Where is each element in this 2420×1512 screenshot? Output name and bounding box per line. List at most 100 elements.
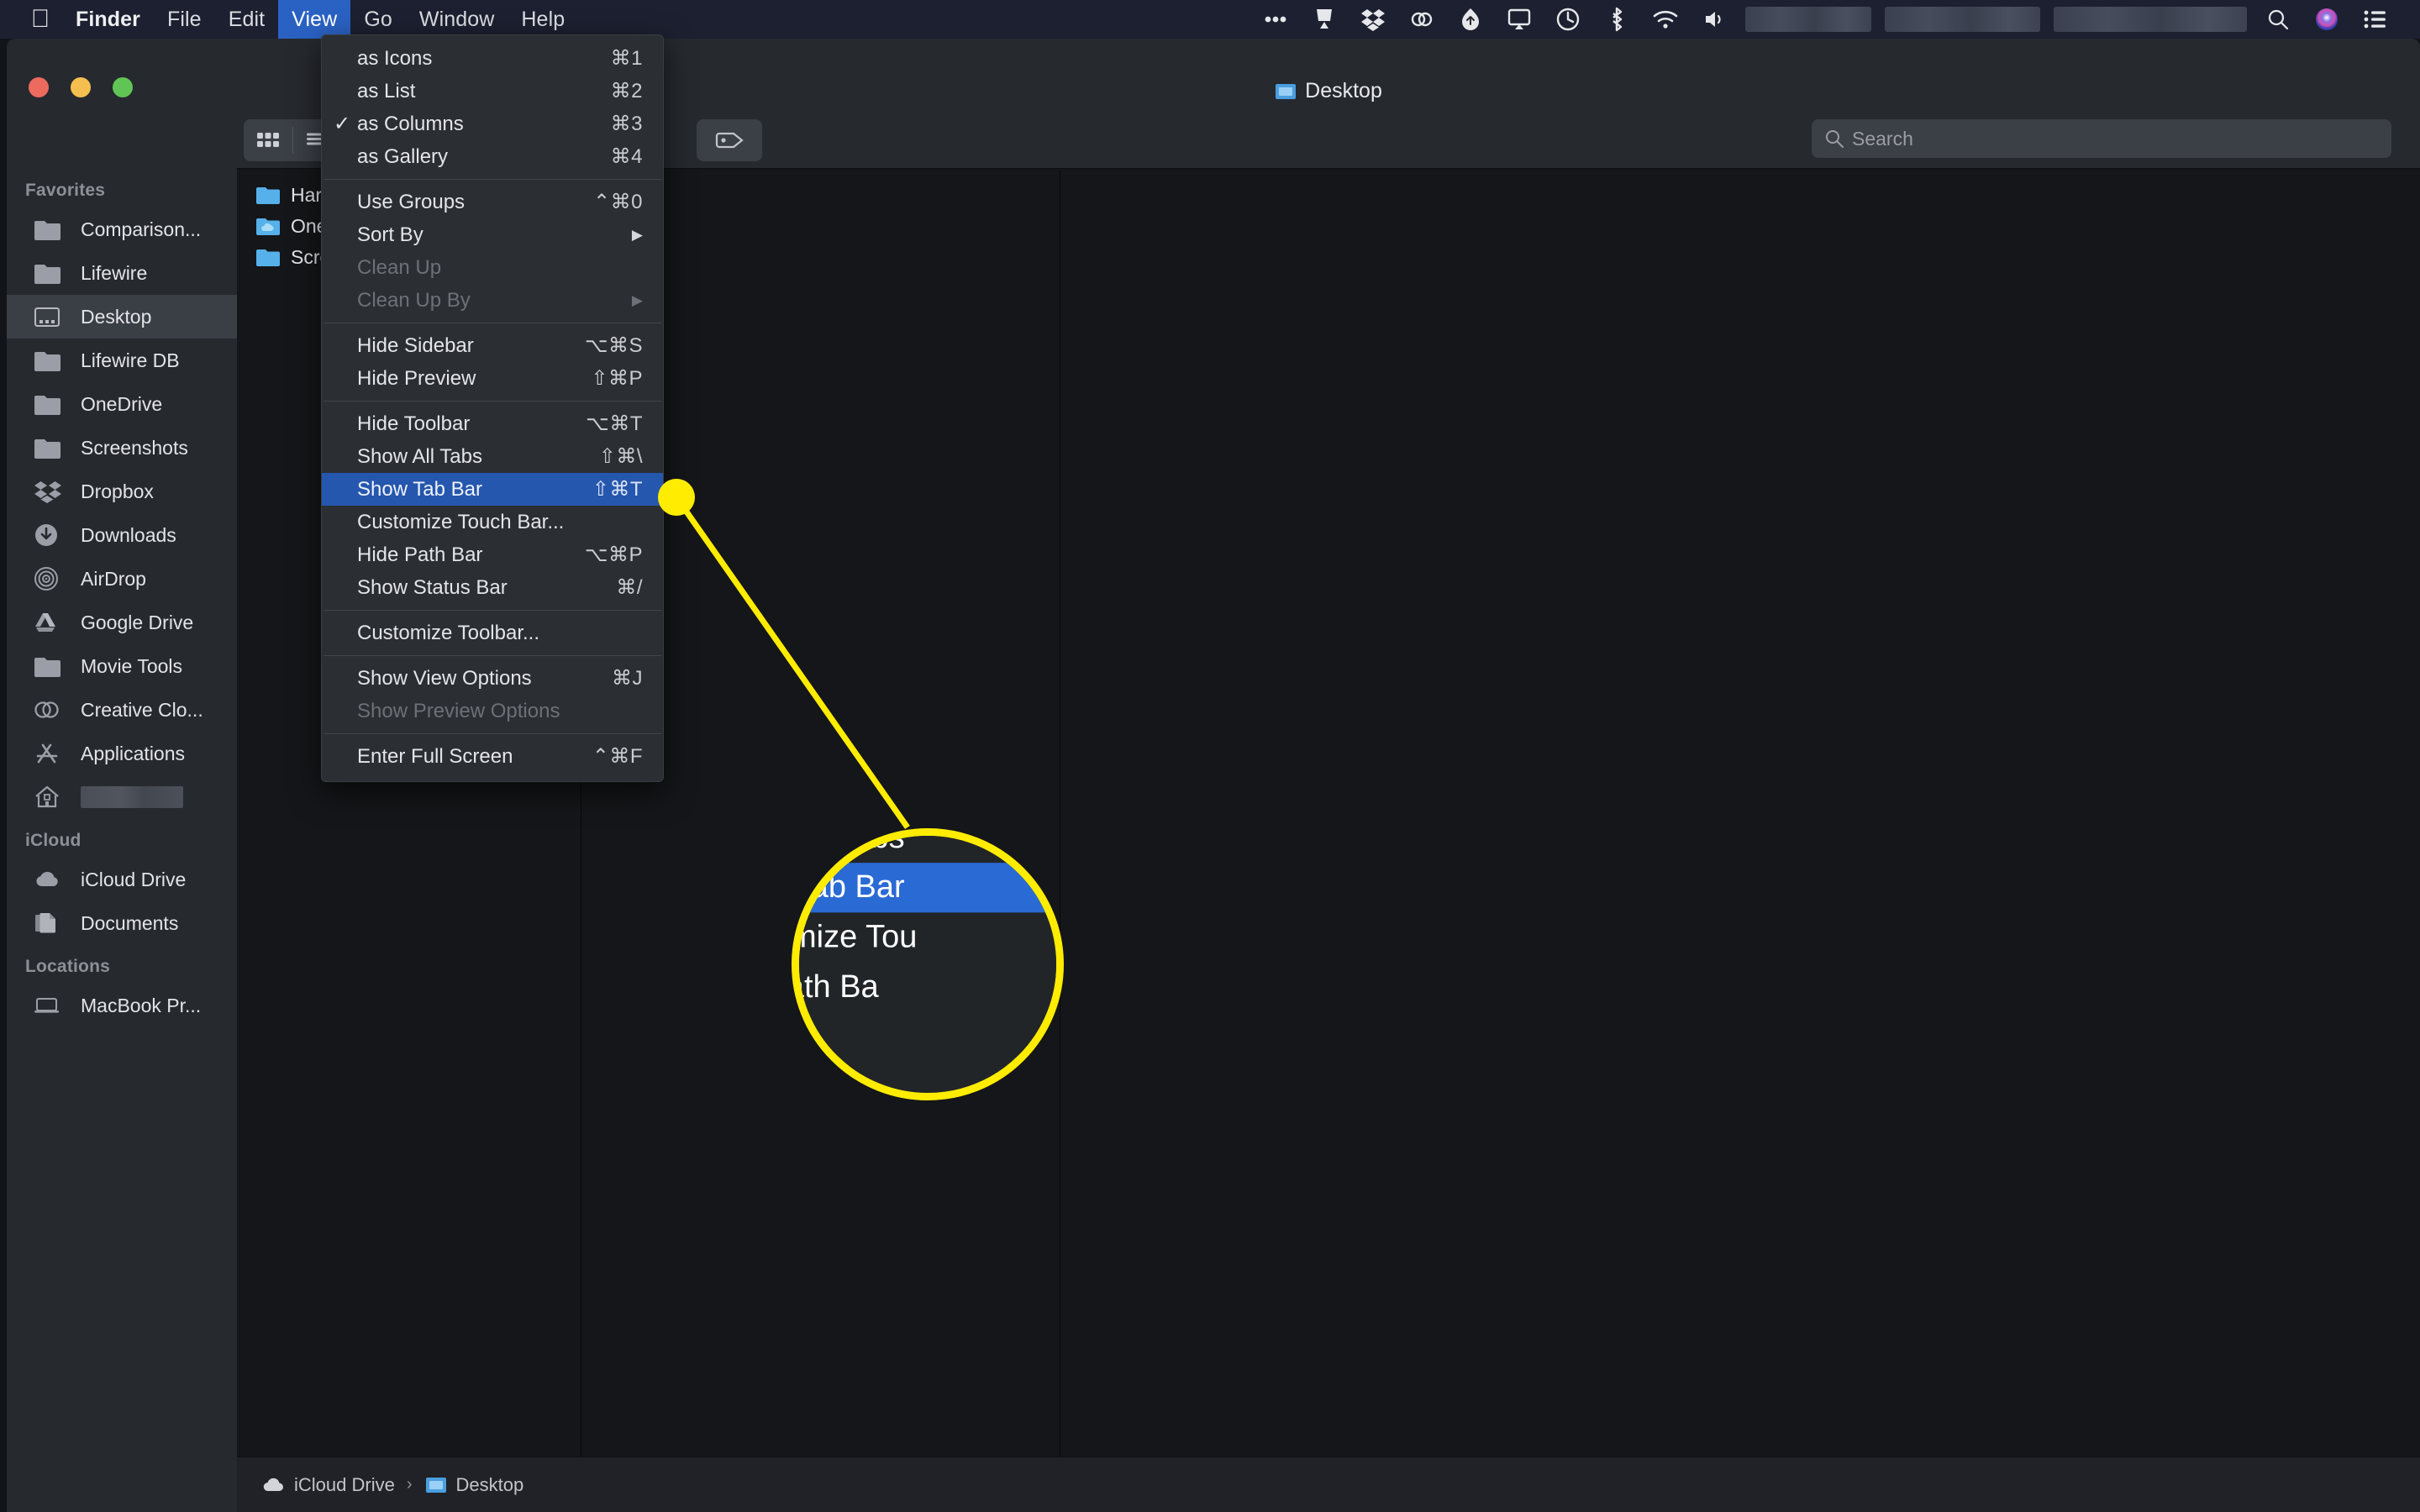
folder-icon [34, 390, 69, 418]
sidebar-item-label: Desktop [81, 305, 152, 328]
onedrive-cloud-icon[interactable] [1446, 0, 1495, 39]
search-placeholder: Search [1852, 127, 1913, 150]
sidebar-item-airdrop[interactable]: AirDrop [7, 557, 237, 601]
menu-item-as-columns[interactable]: ✓ as Columns ⌘3 [322, 108, 663, 140]
apple-menu[interactable]:  [18, 0, 62, 39]
magnified-item-label: lide Path Ba [799, 969, 879, 1005]
wifi-icon[interactable] [1641, 0, 1690, 39]
menu-window[interactable]: Window [406, 0, 508, 39]
menu-item-hide-path-bar[interactable]: Hide Path Bar ⌥⌘P [322, 538, 663, 571]
menu-item-label: Show Preview Options [357, 699, 560, 722]
folder-icon [34, 346, 69, 375]
search-field[interactable]: Search [1812, 119, 2391, 158]
menu-item-show-tab-bar[interactable]: Show Tab Bar ⇧⌘T [322, 473, 663, 506]
sidebar-item-label: Applications [81, 742, 186, 764]
minimize-button[interactable] [71, 77, 91, 97]
sidebar-item-applications[interactable]: Applications [7, 732, 237, 775]
sidebar-item-documents[interactable]: Documents [7, 901, 237, 945]
zoom-button[interactable] [113, 77, 133, 97]
menu-item-label: as Columns [357, 112, 464, 135]
desktop-folder-icon [425, 1477, 446, 1493]
time-machine-icon[interactable] [1544, 0, 1592, 39]
menu-file[interactable]: File [154, 0, 215, 39]
menu-item-shortcut: ⌃⌘0 [593, 191, 643, 213]
volume-icon[interactable] [1690, 0, 1739, 39]
sidebar-item-comparison[interactable]: Comparison... [7, 207, 237, 251]
menu-separator [324, 733, 661, 734]
dropbox-icon[interactable] [1349, 0, 1397, 39]
menu-item-label: Show View Options [357, 666, 532, 690]
traffic-light-buttons [29, 77, 133, 97]
sidebar-item-downloads[interactable]: Downloads [7, 513, 237, 557]
sidebar-item-label: Comparison... [81, 218, 202, 240]
menu-edit[interactable]: Edit [215, 0, 278, 39]
sidebar-item-lifewire-db[interactable]: Lifewire DB [7, 339, 237, 382]
menu-item-show-all-tabs[interactable]: Show All Tabs ⇧⌘\ [322, 440, 663, 473]
ellipsis-icon[interactable] [1251, 0, 1300, 39]
breadcrumb-icloud-drive[interactable]: iCloud Drive [294, 1474, 395, 1496]
magnified-item-hide-path-bar: lide Path Ba [799, 962, 1056, 1012]
menu-item-as-gallery[interactable]: as Gallery ⌘4 [322, 140, 663, 173]
sidebar-item-desktop[interactable]: Desktop [7, 295, 237, 339]
menu-item-label: Hide Sidebar [357, 333, 474, 357]
submenu-arrow-icon: ▶ [631, 226, 643, 243]
creative-cloud-icon [34, 696, 69, 724]
menu-item-as-list[interactable]: as List ⌘2 [322, 75, 663, 108]
sidebar-item-screenshots[interactable]: Screenshots [7, 426, 237, 470]
submenu-arrow-icon: ▶ [631, 291, 643, 308]
menu-item-show-status-bar[interactable]: Show Status Bar ⌘/ [322, 571, 663, 604]
sidebar-item-creative-cloud[interactable]: Creative Clo... [7, 688, 237, 732]
magnified-menu-content: ide Toolbar Show All Tabs Show Tab Bar C… [799, 836, 1056, 1012]
menu-item-use-groups[interactable]: Use Groups ⌃⌘0 [322, 186, 663, 218]
sidebar-item-movie-tools[interactable]: Movie Tools [7, 644, 237, 688]
screen-root:  Finder File Edit View Go Window Help [0, 0, 2420, 1512]
control-center-icon[interactable] [2351, 0, 2400, 39]
sidebar-item-google-drive[interactable]: Google Drive [7, 601, 237, 644]
menu-item-label: Show All Tabs [357, 444, 482, 468]
bluetooth-icon[interactable] [1592, 0, 1641, 39]
menu-item-shortcut: ⌥⌘T [586, 412, 643, 435]
menu-item-shortcut: ⌥⌘P [584, 543, 643, 566]
sidebar-item-onedrive[interactable]: OneDrive [7, 382, 237, 426]
sidebar-item-dropbox[interactable]: Dropbox [7, 470, 237, 513]
menu-go[interactable]: Go [350, 0, 406, 39]
sidebar-item-home[interactable] [7, 775, 237, 819]
checkmark-icon: ✓ [334, 113, 351, 135]
menu-item-customize-toolbar[interactable]: Customize Toolbar... [322, 617, 663, 649]
menu-item-sort-by[interactable]: Sort By ▶ [322, 218, 663, 251]
spotlight-search-icon[interactable] [2254, 0, 2302, 39]
menu-item-show-view-options[interactable]: Show View Options ⌘J [322, 662, 663, 695]
menu-view[interactable]: View [278, 0, 351, 39]
column-3[interactable] [1060, 170, 2420, 1457]
creative-cloud-icon[interactable] [1397, 0, 1446, 39]
menu-item-label: Use Groups [357, 190, 466, 213]
menu-item-hide-preview[interactable]: Hide Preview ⇧⌘P [322, 362, 663, 395]
sidebar-item-icloud-drive[interactable]: iCloud Drive [7, 858, 237, 901]
menu-item-label: Customize Toolbar... [357, 621, 539, 644]
menu-item-customize-touch-bar[interactable]: Customize Touch Bar... [322, 506, 663, 538]
menu-item-label: Hide Toolbar [357, 412, 471, 435]
menu-item-hide-sidebar[interactable]: Hide Sidebar ⌥⌘S [322, 329, 663, 362]
magnified-item-customize-touch-bar: Customize Tou [799, 912, 1056, 963]
siri-icon[interactable] [2302, 0, 2351, 39]
airplay-display-icon[interactable] [1300, 0, 1349, 39]
google-drive-icon [34, 608, 69, 637]
desktop-icon [34, 302, 69, 331]
sidebar-item-lifewire[interactable]: Lifewire [7, 251, 237, 295]
breadcrumb-desktop[interactable]: Desktop [456, 1474, 524, 1496]
close-button[interactable] [29, 77, 49, 97]
menu-item-as-icons[interactable]: as Icons ⌘1 [322, 42, 663, 75]
sidebar-section-favorites: Favorites [25, 181, 106, 200]
menu-help[interactable]: Help [508, 0, 578, 39]
sidebar-section-icloud: iCloud [25, 831, 82, 850]
documents-icon [34, 909, 69, 937]
sidebar-item-label: Screenshots [81, 436, 188, 459]
sidebar-item-macbook-pro[interactable]: MacBook Pr... [7, 984, 237, 1027]
icon-view-button[interactable] [244, 119, 292, 161]
tag-button[interactable] [697, 119, 762, 161]
menu-item-hide-toolbar[interactable]: Hide Toolbar ⌥⌘T [322, 407, 663, 440]
screen-mirroring-icon[interactable] [1495, 0, 1544, 39]
menu-finder[interactable]: Finder [62, 0, 154, 39]
airdrop-icon [34, 564, 69, 593]
menu-item-enter-full-screen[interactable]: Enter Full Screen ⌃⌘F [322, 740, 663, 773]
